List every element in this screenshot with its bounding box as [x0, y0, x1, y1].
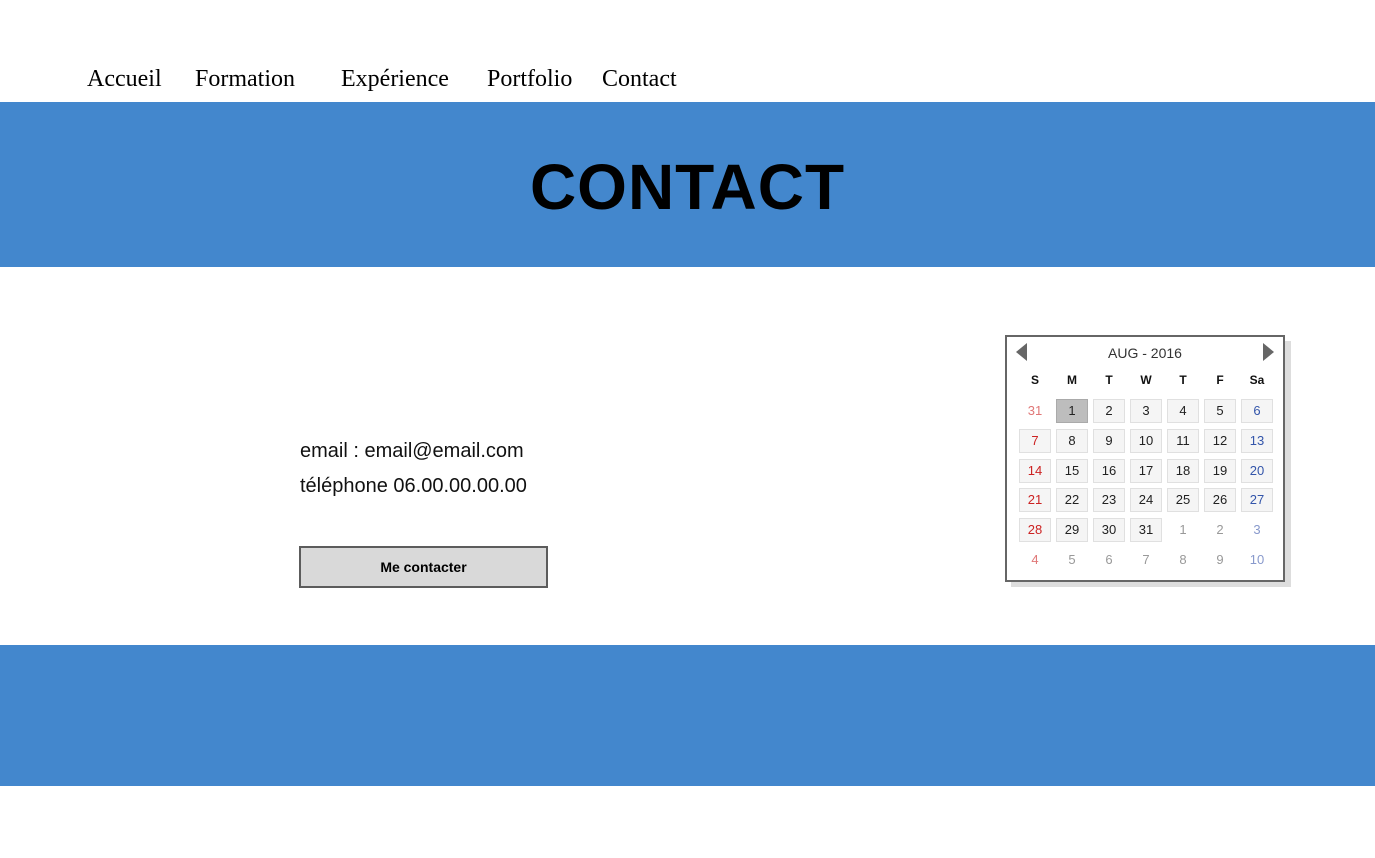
calendar-day[interactable]: 14 — [1019, 458, 1051, 483]
calendar-day[interactable]: 4 — [1019, 548, 1051, 572]
weekday-header: W — [1140, 373, 1152, 387]
calendar-day[interactable]: 6 — [1241, 399, 1273, 423]
next-month-icon[interactable] — [1263, 343, 1274, 361]
calendar-day[interactable]: 2 — [1093, 399, 1125, 423]
calendar-day[interactable]: 3 — [1130, 399, 1162, 423]
calendar-day[interactable]: 1 — [1167, 518, 1199, 542]
nav-link-contact[interactable]: Contact — [602, 66, 677, 93]
calendar-day[interactable]: 10 — [1241, 548, 1273, 572]
top-nav: Accueil Formation Expérience Portfolio C… — [0, 62, 1375, 102]
calendar-day[interactable]: 22 — [1056, 488, 1088, 513]
calendar-day[interactable]: 27 — [1241, 488, 1273, 513]
calendar-day[interactable]: 13 — [1241, 428, 1273, 453]
calendar-day[interactable]: 28 — [1019, 518, 1051, 543]
calendar-day[interactable]: 15 — [1056, 458, 1088, 483]
calendar-day[interactable]: 26 — [1204, 488, 1236, 513]
calendar-day[interactable]: 19 — [1204, 458, 1236, 483]
calendar-month-title: AUG - 2016 — [1108, 345, 1182, 361]
calendar-day[interactable]: 1 — [1056, 399, 1088, 423]
calendar-day[interactable]: 12 — [1204, 428, 1236, 453]
nav-link-experience[interactable]: Expérience — [341, 66, 449, 93]
calendar-day[interactable]: 30 — [1093, 518, 1125, 543]
calendar-day[interactable]: 29 — [1056, 518, 1088, 543]
nav-link-accueil[interactable]: Accueil — [87, 66, 162, 93]
page-title: CONTACT — [529, 151, 846, 223]
nav-link-portfolio[interactable]: Portfolio — [487, 66, 572, 93]
calendar-day[interactable]: 17 — [1130, 458, 1162, 483]
weekday-header: F — [1216, 373, 1224, 387]
nav-link-formation[interactable]: Formation — [195, 66, 295, 93]
calendar-day[interactable]: 5 — [1204, 399, 1236, 423]
calendar-day[interactable]: 9 — [1093, 428, 1125, 453]
weekday-header: Sa — [1249, 373, 1265, 387]
contact-me-button[interactable]: Me contacter — [299, 546, 548, 588]
weekday-header: M — [1067, 373, 1077, 387]
weekday-header: S — [1030, 373, 1039, 387]
calendar-day[interactable]: 18 — [1167, 458, 1199, 483]
calendar-day[interactable]: 8 — [1167, 548, 1199, 572]
calendar-day[interactable]: 9 — [1204, 548, 1236, 572]
calendar-day[interactable]: 7 — [1130, 548, 1162, 572]
weekday-header: T — [1179, 373, 1187, 387]
calendar-day[interactable]: 16 — [1093, 458, 1125, 483]
calendar-day[interactable]: 24 — [1130, 488, 1162, 513]
footer-band — [0, 645, 1375, 786]
calendar-day[interactable]: 20 — [1241, 458, 1273, 483]
calendar-day[interactable]: 7 — [1019, 428, 1051, 453]
calendar-day[interactable]: 2 — [1204, 518, 1236, 542]
calendar-day[interactable]: 4 — [1167, 399, 1199, 423]
calendar-day[interactable]: 5 — [1056, 548, 1088, 572]
calendar-day[interactable]: 31 — [1019, 399, 1051, 423]
calendar-day[interactable]: 10 — [1130, 428, 1162, 453]
phone-text: téléphone 06.00.00.00.00 — [300, 475, 527, 497]
calendar-day[interactable]: 11 — [1167, 428, 1199, 453]
calendar-widget: AUG - 2016 S M T W T F Sa 31 1 2 3 4 5 6 7 8 9 10 11 12 13 14… — [1005, 335, 1285, 582]
hero-banner: CONTACT — [0, 102, 1375, 267]
weekday-header: T — [1105, 373, 1113, 387]
calendar-day[interactable]: 25 — [1167, 488, 1199, 513]
calendar-day[interactable]: 3 — [1241, 518, 1273, 542]
email-text: email : email@email.com — [300, 440, 524, 462]
calendar-day[interactable]: 31 — [1130, 518, 1162, 543]
calendar-day[interactable]: 6 — [1093, 548, 1125, 572]
calendar-day[interactable]: 8 — [1056, 428, 1088, 453]
calendar-day[interactable]: 21 — [1019, 488, 1051, 513]
calendar-day[interactable]: 23 — [1093, 488, 1125, 513]
